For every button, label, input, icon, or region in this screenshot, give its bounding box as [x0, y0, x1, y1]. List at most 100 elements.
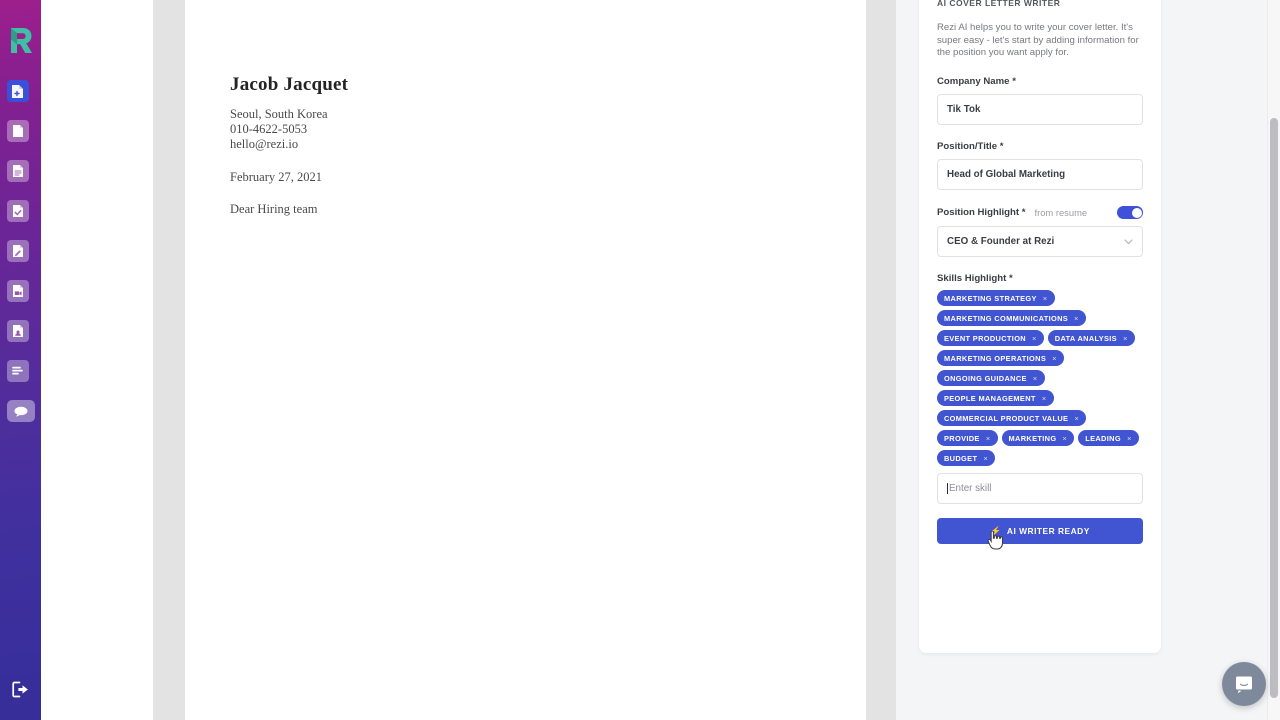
- remove-skill-icon[interactable]: ×: [1062, 434, 1067, 443]
- skill-tag[interactable]: BUDGET ×: [937, 450, 996, 467]
- vertical-scrollbar[interactable]: [1267, 0, 1280, 720]
- skills-highlight-label-text: Skills Highlight: [937, 273, 1007, 285]
- remove-skill-icon[interactable]: ×: [1123, 334, 1128, 343]
- skill-tag-label: MARKETING: [1008, 433, 1057, 443]
- remove-skill-icon[interactable]: ×: [986, 434, 991, 443]
- sidebar-item-resume-review[interactable]: [6, 200, 29, 222]
- skills-highlight-label: Skills Highlight *: [937, 273, 1143, 284]
- skill-tag-label: BUDGET: [944, 453, 978, 463]
- skill-tag-label: PROVIDE: [944, 433, 980, 443]
- text-caret: [947, 483, 948, 495]
- from-resume-label: from resume: [1034, 207, 1088, 219]
- skill-tag[interactable]: DATA ANALYSIS ×: [1047, 330, 1135, 347]
- sidebar-item-profile-document[interactable]: [6, 320, 29, 342]
- document-pencil-icon: [12, 245, 23, 257]
- applicant-location: Seoul, South Korea: [230, 107, 328, 121]
- remove-skill-icon[interactable]: ×: [983, 454, 988, 463]
- document-person-icon: [12, 325, 23, 337]
- remove-skill-icon[interactable]: ×: [1042, 394, 1047, 403]
- skill-input[interactable]: Enter skill: [937, 473, 1143, 505]
- page-gutter-right: [866, 0, 896, 720]
- applicant-email: hello@rezi.io: [230, 137, 299, 152]
- remove-skill-icon[interactable]: ×: [1074, 414, 1079, 423]
- skill-tag[interactable]: MARKETING OPERATIONS ×: [937, 350, 1064, 367]
- skill-tag[interactable]: EVENT PRODUCTION ×: [937, 330, 1044, 347]
- company-name-required: *: [1012, 76, 1016, 88]
- rezi-logo-icon: [10, 28, 32, 53]
- skill-tag-label: ONGOING GUIDANCE: [944, 373, 1027, 383]
- from-resume-toggle[interactable]: [1117, 206, 1143, 220]
- position-title-input[interactable]: Head of Global Marketing: [937, 159, 1143, 191]
- page-gutter-left: [153, 0, 185, 720]
- rezi-logo[interactable]: [8, 25, 34, 55]
- logout-icon: [11, 681, 28, 697]
- cover-letter-page[interactable]: Jacob Jacquet Seoul, South Korea 010-462…: [185, 0, 866, 720]
- position-title-label-text: Position/Title: [937, 141, 998, 153]
- skill-tag-label: PEOPLE MANAGEMENT: [944, 393, 1036, 403]
- skill-tag[interactable]: MARKETING ×: [1001, 430, 1075, 447]
- skill-tag[interactable]: MARKETING COMMUNICATIONS ×: [937, 310, 1086, 327]
- ai-writer-panel: AI COVER LETTER WRITER Rezi AI helps you…: [896, 0, 1280, 720]
- sidebar-item-video[interactable]: [6, 280, 29, 302]
- position-title-label: Position/Title *: [937, 141, 1143, 152]
- skill-tag-label: DATA ANALYSIS: [1054, 333, 1117, 343]
- position-highlight-value: CEO & Founder at Rezi: [947, 236, 1055, 248]
- intercom-launcher[interactable]: [1222, 662, 1266, 706]
- remove-skill-icon[interactable]: ×: [1043, 294, 1048, 303]
- skill-tag-label: COMMERCIAL PRODUCT VALUE: [944, 413, 1069, 423]
- chat-bubble-icon: [14, 406, 27, 417]
- skill-input-placeholder: Enter skill: [949, 483, 992, 495]
- skill-tag-label: LEADING: [1085, 433, 1121, 443]
- letter-date: February 27, 2021: [230, 169, 322, 184]
- sidebar-item-logout[interactable]: [11, 680, 31, 698]
- left-sidebar: [0, 0, 41, 720]
- workspace: Jacob Jacquet Seoul, South Korea 010-462…: [41, 0, 1280, 720]
- document-check-icon: [12, 205, 23, 217]
- cover-letter-preview-area: Jacob Jacquet Seoul, South Korea 010-462…: [41, 0, 896, 720]
- intercom-chat-icon: [1236, 676, 1252, 694]
- company-name-label: Company Name *: [937, 76, 1143, 87]
- sidebar-item-new-document[interactable]: [6, 80, 29, 102]
- panel-title: AI COVER LETTER WRITER: [937, 0, 1061, 8]
- skill-tag-label: MARKETING OPERATIONS: [944, 353, 1047, 363]
- sidebar-item-resume[interactable]: [6, 120, 29, 142]
- ai-cover-letter-writer-card: AI COVER LETTER WRITER Rezi AI helps you…: [919, 0, 1161, 653]
- document-lines-icon: [12, 165, 23, 177]
- sidebar-item-cover-letter-writer[interactable]: [6, 400, 35, 422]
- ai-writer-ready-label: AI WRITER READY: [1006, 526, 1090, 537]
- toggle-knob: [1131, 207, 1142, 218]
- company-name-input[interactable]: Tik Tok: [937, 94, 1143, 126]
- skill-tag-list: MARKETING STRATEGY × MARKETING COMMUNICATI…: [937, 290, 1143, 467]
- skill-tag[interactable]: ONGOING GUIDANCE ×: [937, 370, 1045, 387]
- remove-skill-icon[interactable]: ×: [1074, 314, 1079, 323]
- company-name-label-text: Company Name: [937, 76, 1010, 88]
- skill-tag-label: MARKETING STRATEGY: [944, 293, 1037, 303]
- remove-skill-icon[interactable]: ×: [1127, 434, 1132, 443]
- skill-tag[interactable]: MARKETING STRATEGY ×: [937, 290, 1055, 307]
- skill-tag[interactable]: PEOPLE MANAGEMENT ×: [937, 390, 1054, 407]
- skill-tag-label: MARKETING COMMUNICATIONS: [944, 313, 1069, 323]
- skill-tag[interactable]: COMMERCIAL PRODUCT VALUE ×: [937, 410, 1087, 427]
- panel-description: Rezi AI helps you to write your cover le…: [937, 22, 1139, 59]
- scrollbar-thumb[interactable]: [1270, 118, 1278, 698]
- list-lines-icon: [12, 366, 23, 375]
- position-highlight-row: Position Highlight * from resume: [937, 206, 1143, 220]
- applicant-name: Jacob Jacquet: [230, 74, 349, 95]
- skill-tag-label: EVENT PRODUCTION: [944, 333, 1026, 343]
- position-highlight-select[interactable]: CEO & Founder at Rezi: [937, 226, 1143, 258]
- cover-letter-content[interactable]: Jacob Jacquet Seoul, South Korea 010-462…: [230, 74, 710, 217]
- remove-skill-icon[interactable]: ×: [1052, 354, 1057, 363]
- skill-tag[interactable]: LEADING ×: [1078, 430, 1139, 447]
- sidebar-item-lists[interactable]: [6, 360, 29, 382]
- applicant-phone: 010-4622-5053: [230, 122, 308, 137]
- sidebar-item-document-lines[interactable]: [6, 160, 29, 182]
- remove-skill-icon[interactable]: ×: [1032, 334, 1037, 343]
- skill-tag[interactable]: PROVIDE ×: [937, 430, 998, 447]
- position-highlight-required: *: [1021, 207, 1026, 219]
- remove-skill-icon[interactable]: ×: [1033, 374, 1038, 383]
- sidebar-item-edit-document[interactable]: [6, 240, 29, 262]
- document-video-icon: [12, 285, 23, 297]
- ai-writer-ready-button[interactable]: ⚡ AI WRITER READY: [937, 518, 1143, 545]
